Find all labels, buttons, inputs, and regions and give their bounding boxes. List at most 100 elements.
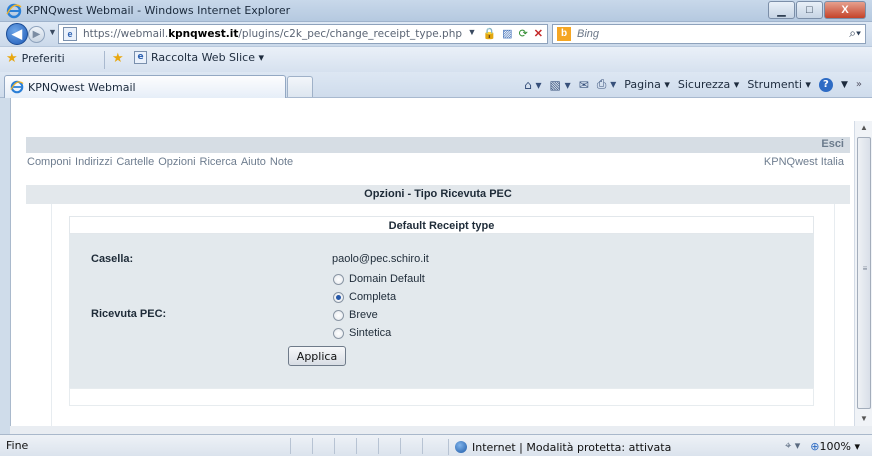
help-icon[interactable]: ? (818, 77, 833, 92)
radio-label: Domain Default (349, 273, 425, 285)
menu-opzioni[interactable]: Opzioni (158, 156, 195, 168)
favorites-label: Preferiti (21, 52, 65, 65)
window-titlebar: KPNQwest Webmail - Windows Internet Expl… (0, 0, 872, 22)
compatibility-icon[interactable]: ▨ (502, 27, 512, 40)
url-domain: kpnqwest.it (168, 28, 239, 40)
address-bar-icons: ▼ 🔒 ▨ ⟳ ✕ (468, 27, 543, 40)
menu-indirizzi[interactable]: Indirizzi (75, 156, 112, 168)
tab-kpnqwest-webmail[interactable]: KPNQwest Webmail (4, 75, 286, 98)
radio-button-selected[interactable] (333, 291, 344, 303)
section-title: Default Receipt type (388, 220, 495, 232)
favorites-bar: ★ Preferiti ★ e Raccolta Web Slice ▾ (0, 46, 872, 72)
mail-icon[interactable]: ✉ (579, 78, 589, 92)
home-icon[interactable]: ⌂ ▾ (524, 78, 541, 92)
grip-icon: ≡ (862, 264, 868, 273)
radio-sintetica[interactable]: Sintetica (333, 327, 391, 339)
security-zone-text: Internet | Modalità protetta: attivata (472, 440, 672, 454)
lock-icon[interactable]: 🔒 (482, 27, 496, 40)
search-input[interactable]: Bing (577, 28, 599, 40)
arrow-right-icon: ▶ (32, 29, 41, 40)
favorites-separator (104, 51, 105, 69)
address-dropdown-icon[interactable]: ▼ (468, 27, 477, 40)
new-tab-button[interactable] (287, 76, 313, 97)
status-cell (422, 438, 444, 454)
status-bar: Fine Internet | Modalità protetta: attiv… (0, 434, 872, 456)
menu-ricerca[interactable]: Ricerca (200, 156, 237, 168)
apply-button[interactable]: Applica (288, 346, 346, 366)
search-icon[interactable]: ⌕▾ (849, 26, 861, 41)
vertical-scrollbar[interactable]: ▲ ≡ ▼ (854, 121, 872, 426)
address-toolbar: ◀ ▶ ▼ e https://webmail.kpnqwest.it/plug… (0, 22, 872, 46)
address-url[interactable]: https://webmail.kpnqwest.it/plugins/c2k_… (83, 28, 462, 40)
radio-breve[interactable]: Breve (333, 309, 378, 321)
scroll-up-icon[interactable]: ▲ (857, 121, 871, 135)
page-viewport: Esci Componi Indirizzi Cartelle Opzioni … (10, 121, 854, 426)
radio-button[interactable] (333, 273, 344, 285)
status-text: Fine (6, 439, 29, 452)
radio-label: Sintetica (349, 327, 392, 339)
status-right: ⌖ ▾ ⊕100% ▾ (785, 439, 860, 453)
webmail-menu: Componi Indirizzi Cartelle Opzioni Ricer… (27, 156, 293, 168)
address-bar[interactable]: e https://webmail.kpnqwest.it/plugins/c2… (58, 24, 548, 44)
toolbar-overflow-icon[interactable]: » (856, 79, 862, 90)
menu-cartelle[interactable]: Cartelle (116, 156, 154, 168)
internet-explorer-icon (6, 3, 22, 19)
maximize-button[interactable]: □ (796, 1, 823, 19)
form-footer (69, 388, 814, 406)
receipt-label: Ricevuta PEC: (91, 308, 167, 320)
radio-label: Breve (349, 309, 378, 321)
zoom-level: 100% (819, 439, 851, 453)
zoom-control[interactable]: ⊕100% ▾ (810, 440, 860, 453)
status-cell (334, 438, 356, 454)
security-zone[interactable]: Internet | Modalità protetta: attivata (448, 439, 671, 455)
stop-icon[interactable]: ✕ (534, 27, 543, 40)
star-icon: ★ (6, 51, 18, 66)
webmail-top-band: Esci (26, 137, 850, 153)
tab-title: KPNQwest Webmail (28, 81, 136, 94)
brand-link[interactable]: KPNQwest Italia (764, 156, 844, 168)
url-prefix: https://webmail. (83, 28, 169, 40)
menu-aiuto[interactable]: Aiuto (241, 156, 266, 168)
radio-label: Completa (349, 291, 397, 303)
bing-icon: b (557, 27, 571, 41)
scroll-down-icon[interactable]: ▼ (857, 412, 871, 426)
page-title-band: Opzioni - Tipo Ricevuta PEC (26, 185, 850, 204)
command-bar: ⌂ ▾ ▧ ▾ ✉ ⎙ ▾ Pagina ▾ Sicurezza ▾ Strum… (524, 77, 862, 92)
page-frame-top (10, 98, 872, 121)
back-button[interactable]: ◀ (6, 23, 28, 45)
url-path: /plugins/c2k_pec/change_receipt_type.php (238, 28, 463, 40)
web-slice-icon: e (134, 51, 147, 64)
protected-mode-icon[interactable]: ⌖ ▾ (785, 439, 800, 453)
print-icon[interactable]: ⎙ ▾ (597, 77, 616, 92)
refresh-icon[interactable]: ⟳ (519, 27, 528, 40)
radio-completa[interactable]: Completa (333, 291, 396, 303)
receipt-form: Casella: paolo@pec.schiro.it Ricevuta PE… (69, 234, 814, 388)
status-cell (290, 438, 312, 454)
forward-button[interactable]: ▶ (28, 26, 45, 43)
radio-domain-default[interactable]: Domain Default (333, 273, 425, 285)
tools-menu[interactable]: Strumenti ▾ (747, 78, 811, 91)
status-cell (312, 438, 334, 454)
help-dropdown-icon[interactable]: ▼ (841, 80, 848, 90)
safety-menu[interactable]: Sicurezza ▾ (678, 78, 739, 91)
logout-link[interactable]: Esci (821, 138, 844, 150)
scrollbar-thumb[interactable]: ≡ (857, 137, 871, 409)
menu-note[interactable]: Note (270, 156, 293, 168)
favorites-button[interactable]: ★ Preferiti (6, 51, 65, 66)
add-favorite-button[interactable]: ★ (112, 51, 128, 66)
radio-button[interactable] (333, 327, 344, 339)
section-header: Default Receipt type (69, 216, 814, 234)
minimize-button[interactable]: ▁ (768, 1, 795, 19)
recent-pages-dropdown-icon[interactable]: ▼ (48, 27, 57, 37)
page-bottom-strip (10, 426, 872, 434)
status-cell (378, 438, 400, 454)
page-title: Opzioni - Tipo Ricevuta PEC (364, 188, 512, 200)
search-box[interactable]: b Bing ⌕▾ (552, 24, 866, 44)
add-favorite-star-icon: ★ (112, 51, 124, 66)
menu-componi[interactable]: Componi (27, 156, 71, 168)
radio-button[interactable] (333, 309, 344, 321)
web-slice-gallery-button[interactable]: e Raccolta Web Slice ▾ (134, 51, 264, 64)
close-button[interactable]: X (824, 1, 866, 19)
feeds-icon[interactable]: ▧ ▾ (550, 78, 571, 92)
page-menu[interactable]: Pagina ▾ (624, 78, 670, 91)
